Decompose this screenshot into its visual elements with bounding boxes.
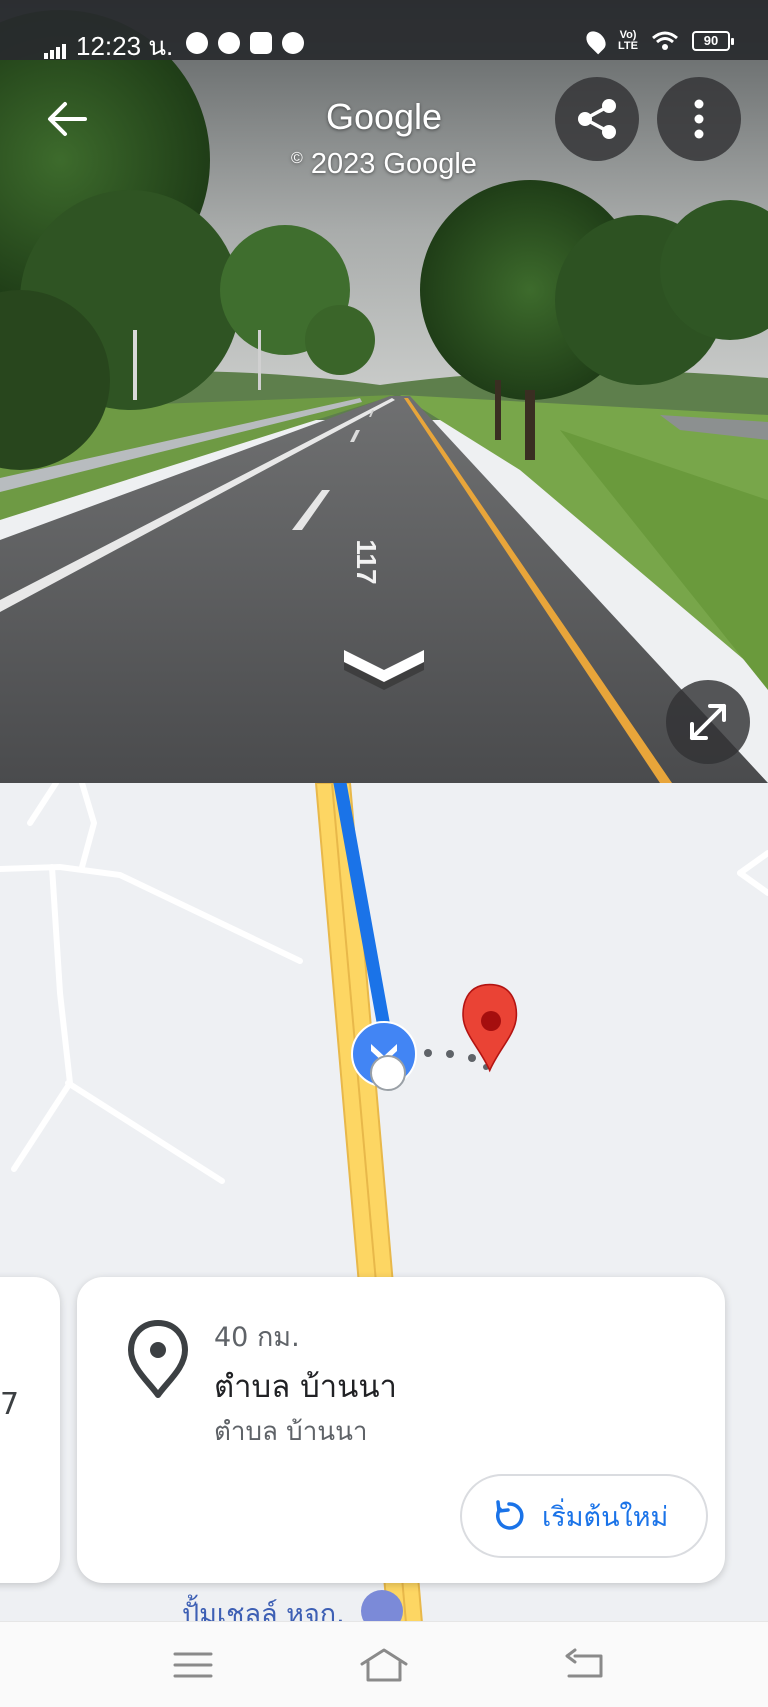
- battery-icon: 90: [692, 31, 734, 51]
- more-vert-icon: [694, 99, 704, 139]
- location-icon: [582, 27, 610, 55]
- previous-result-card[interactable]: 7: [0, 1277, 60, 1583]
- previous-card-text: 7: [0, 1387, 20, 1422]
- messenger-icon: [218, 32, 240, 54]
- expand-icon: [690, 704, 726, 740]
- line-icon: [186, 32, 208, 54]
- place-pin-icon: [128, 1320, 188, 1398]
- signal-icon: [44, 40, 68, 59]
- place-distance: 40 กม.: [214, 1322, 300, 1353]
- refresh-icon: [496, 1500, 524, 1530]
- restart-label: เริ่มต้นใหม่: [542, 1501, 669, 1533]
- header-title: Google: [325, 96, 443, 137]
- copyright-notice: © 2023 Google: [291, 148, 477, 180]
- share-button[interactable]: [555, 77, 639, 161]
- home-icon[interactable]: [354, 1640, 414, 1690]
- screen: 117 12:23 น. Vo) LTE 90 Google © 2023 Go…: [0, 0, 768, 1707]
- status-time: 12:23 น.: [76, 31, 174, 61]
- place-card[interactable]: 40 กม. ตำบล บ้านนา ตำบล บ้านนา เริ่มต้นใ…: [77, 1277, 725, 1583]
- share-icon: [578, 99, 616, 139]
- system-navigation-bar: [0, 1621, 768, 1707]
- menu-icon[interactable]: [163, 1640, 223, 1690]
- place-title: ตำบล บ้านนา: [214, 1369, 397, 1405]
- message-icon: [282, 32, 304, 54]
- navigate-forward-chevron[interactable]: [340, 644, 428, 692]
- place-subtitle: ตำบล บ้านนา: [214, 1417, 368, 1447]
- back-nav-icon[interactable]: [555, 1640, 615, 1690]
- status-bar: 12:23 น. Vo) LTE 90: [0, 0, 768, 61]
- notification-icons: [186, 32, 304, 54]
- expand-button[interactable]: [666, 680, 750, 764]
- wifi-icon: [652, 31, 678, 50]
- status-right: Vo) LTE 90: [582, 27, 734, 55]
- svg-text:117: 117: [351, 539, 382, 584]
- more-options-button[interactable]: [657, 77, 741, 161]
- lte-indicator: Vo) LTE: [618, 29, 638, 52]
- restart-button[interactable]: เริ่มต้นใหม่: [460, 1474, 708, 1558]
- road-number-marking: 117: [351, 539, 382, 584]
- youtube-icon: [250, 32, 272, 54]
